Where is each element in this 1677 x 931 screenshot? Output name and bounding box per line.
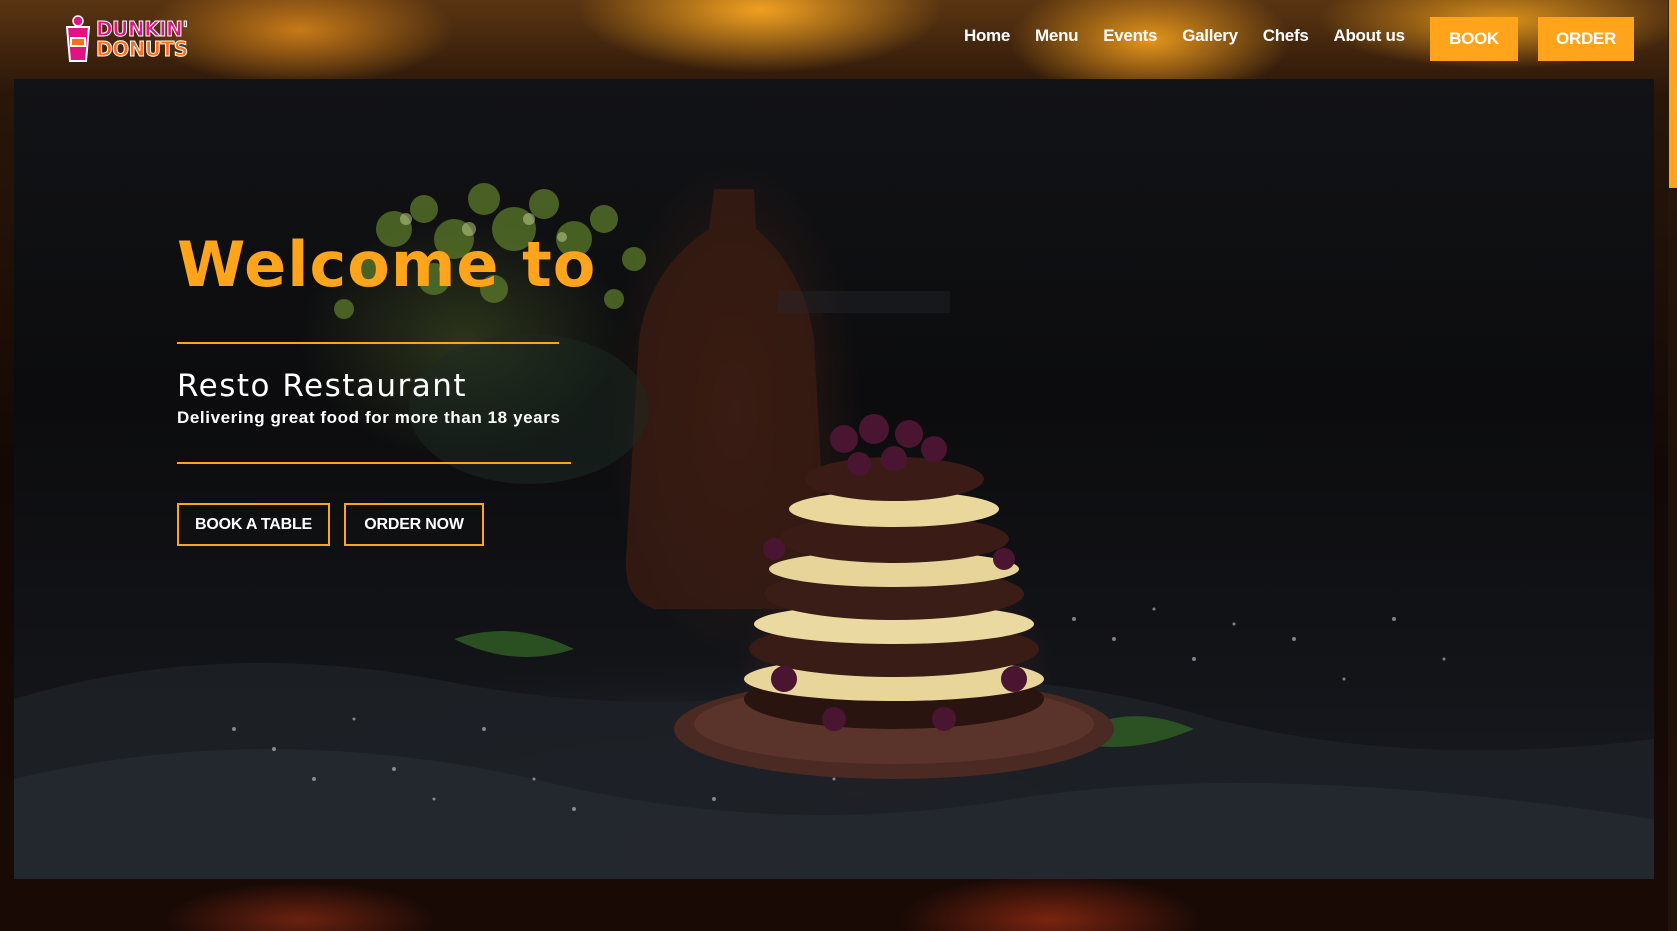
faint-overlay-label — [778, 291, 950, 313]
hero-section — [14, 79, 1654, 879]
hero-tagline: Delivering great food for more than 18 y… — [177, 408, 561, 427]
hero-divider-top — [177, 342, 559, 344]
nav-link-gallery[interactable]: Gallery — [1182, 26, 1238, 46]
coffee-cup-icon — [64, 15, 92, 63]
hero-restaurant-name: Resto Restaurant — [177, 368, 468, 404]
brand-logo[interactable]: DUNKIN' DONUTS — [64, 14, 198, 64]
scrollbar-thumb[interactable] — [1669, 0, 1677, 188]
order-now-button[interactable]: ORDER NOW — [344, 503, 484, 546]
nav-link-events[interactable]: Events — [1103, 26, 1157, 46]
brand-line-1: DUNKIN' — [96, 17, 189, 41]
hero-welcome-heading: Welcome to — [177, 228, 597, 301]
brand-line-2: DONUTS — [96, 37, 189, 61]
main-nav: Home Menu Events Gallery Chefs About us — [964, 26, 1430, 46]
nav-link-about[interactable]: About us — [1333, 26, 1405, 46]
hero-dessert-image — [14, 183, 1654, 879]
nav-link-home[interactable]: Home — [964, 26, 1010, 46]
nav-link-chefs[interactable]: Chefs — [1263, 26, 1309, 46]
order-button[interactable]: ORDER — [1538, 17, 1634, 61]
hero-divider-bottom — [177, 462, 571, 464]
book-a-table-button[interactable]: BOOK A TABLE — [177, 503, 330, 546]
navbar: DUNKIN' DONUTS Home Menu Events Gallery … — [0, 0, 1677, 79]
book-button[interactable]: BOOK — [1430, 17, 1518, 61]
nav-link-menu[interactable]: Menu — [1035, 26, 1078, 46]
brand-wordmark: DUNKIN' DONUTS — [96, 17, 189, 61]
